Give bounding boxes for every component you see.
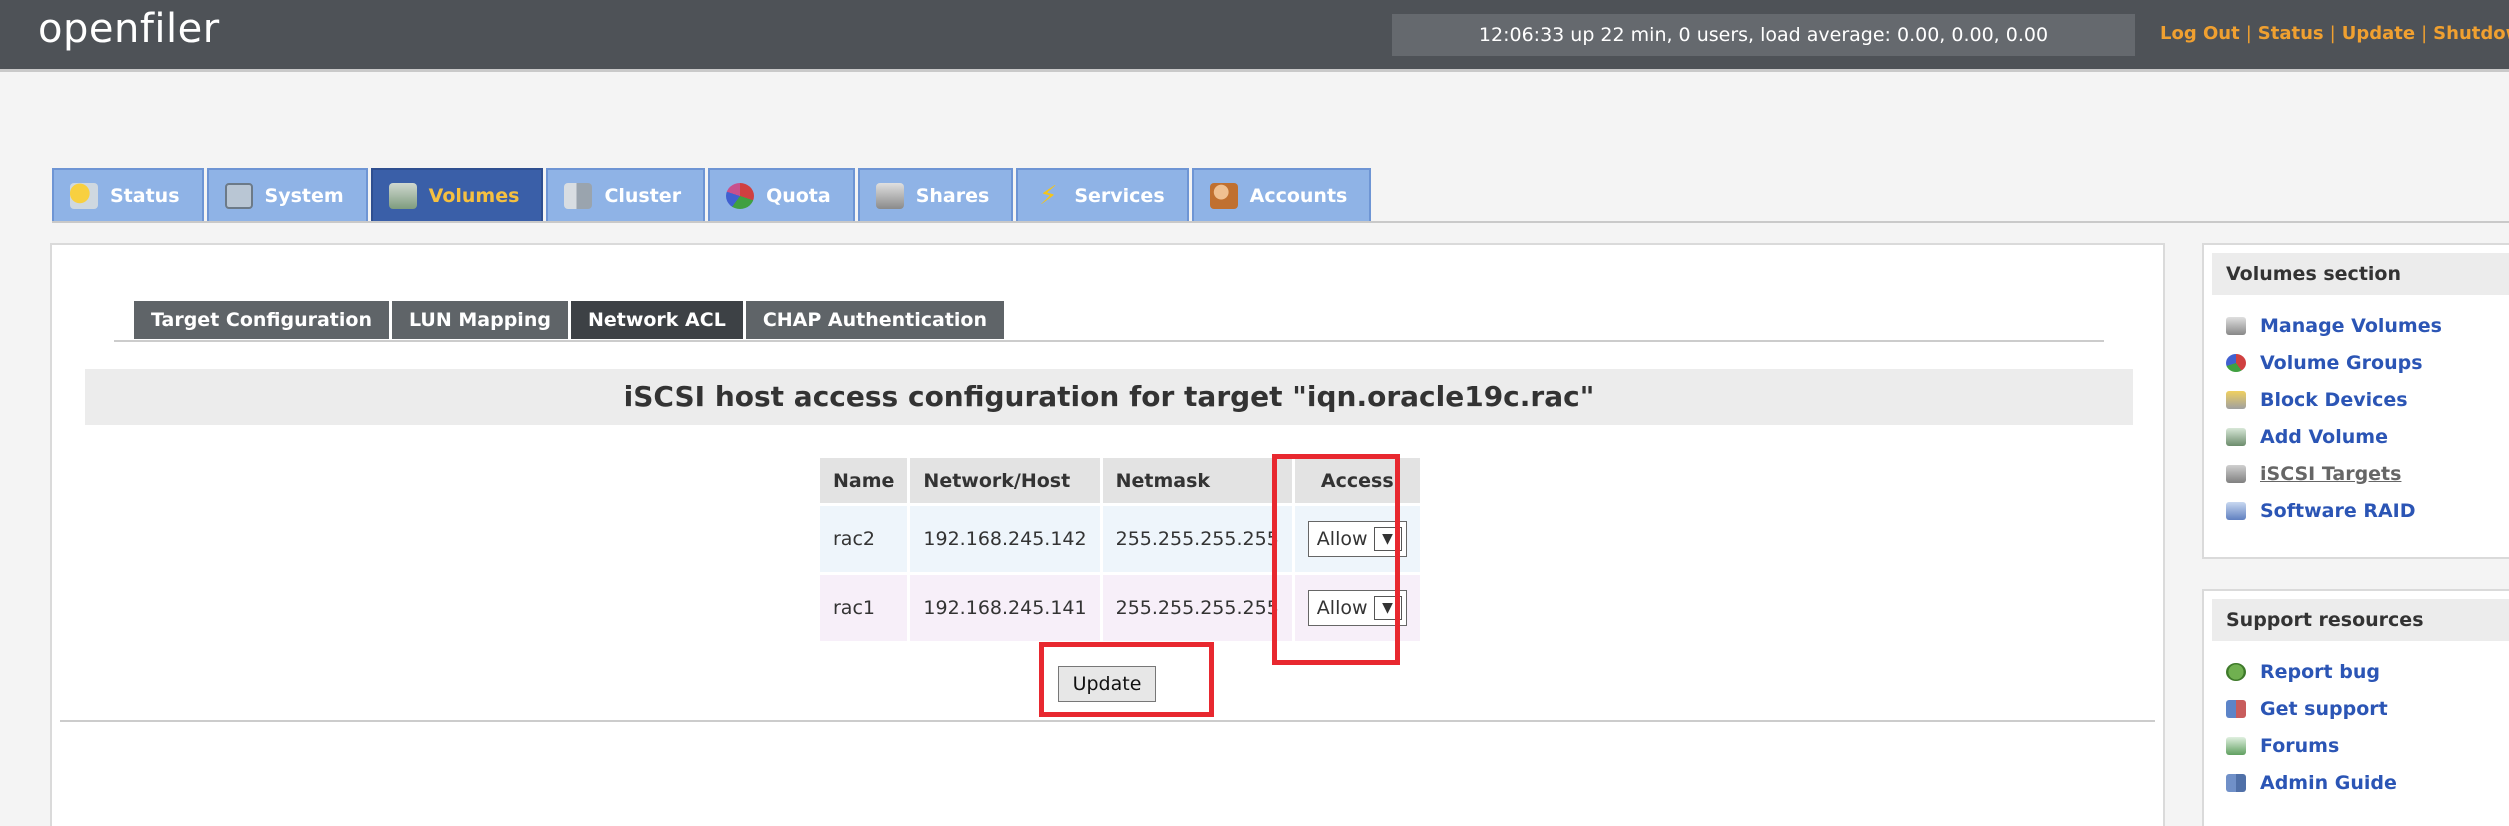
weather-icon [70,183,98,209]
add-volume-icon [2226,427,2246,446]
tab-divider [52,221,2509,223]
volumes-section-title: Volumes section [2212,253,2509,295]
support-resources-list: Report bug Get support Forums Admin Guid… [2204,641,2509,801]
support-resources-box: Support resources Report bug Get support… [2202,589,2509,826]
cell-netmask: 255.255.255.255 [1102,575,1292,641]
volume-group-icon [2226,353,2246,372]
add-volume-link[interactable]: Add Volume [2226,418,2509,455]
iscsi-targets-link[interactable]: iSCSI Targets [2226,455,2509,492]
cell-name: rac1 [820,575,908,641]
subtab-divider [114,340,2104,342]
tab-status[interactable]: Status [52,168,204,222]
subtab-target-configuration[interactable]: Target Configuration [134,301,389,339]
support-resources-title: Support resources [2212,599,2509,641]
pie-chart-icon [726,183,755,209]
shutdown-link[interactable]: Shutdown [2433,23,2509,44]
content-panel: Target Configuration LUN Mapping Network… [50,243,2165,826]
logout-link[interactable]: Log Out [2160,23,2240,44]
update-link[interactable]: Update [2342,23,2415,44]
status-link[interactable]: Status [2258,23,2324,44]
subtab-chap-authentication[interactable]: CHAP Authentication [745,301,1005,339]
uptime-status: 12:06:33 up 22 min, 0 users, load averag… [1392,14,2135,56]
bottom-divider [60,720,2155,722]
volumes-section-box: Volumes section Manage Volumes Volume Gr… [2202,243,2509,559]
sub-navigation: Target Configuration LUN Mapping Network… [134,301,1007,339]
top-links: Log Out|Status|Update|Shutdown [2160,23,2509,44]
column-header-name: Name [820,458,908,503]
drive-icon [2226,316,2246,335]
report-bug-link[interactable]: Report bug [2226,653,2509,690]
get-support-link[interactable]: Get support [2226,690,2509,727]
tab-quota[interactable]: Quota [708,168,855,222]
forum-icon [2226,736,2246,755]
manage-volumes-link[interactable]: Manage Volumes [2226,307,2509,344]
cell-host: 192.168.245.141 [910,575,1100,641]
computer-icon [224,183,253,209]
tab-shares[interactable]: Shares [857,168,1014,222]
page-title: iSCSI host access configuration for targ… [85,369,2133,425]
raid-icon [2226,501,2246,520]
access-column-highlight [1272,454,1400,665]
support-icon [2226,699,2246,718]
column-header-netmask: Netmask [1102,458,1292,503]
volume-groups-link[interactable]: Volume Groups [2226,344,2509,381]
cell-host: 192.168.245.142 [910,506,1100,572]
top-header: openfiler 12:06:33 up 22 min, 0 users, l… [0,0,2509,72]
bug-icon [2226,662,2246,681]
block-device-icon [2226,390,2246,409]
tab-cluster[interactable]: Cluster [546,168,706,222]
volumes-section-list: Manage Volumes Volume Groups Block Devic… [2204,295,2509,529]
tab-services[interactable]: ⚡ Services [1016,168,1189,222]
tab-accounts[interactable]: Accounts [1191,168,1372,222]
users-icon [1209,183,1238,209]
servers-icon [564,183,593,209]
tab-volumes[interactable]: Volumes [370,168,544,222]
main-navigation: Status System Volumes Cluster Quota Shar… [52,168,1374,222]
disk-icon [388,183,417,209]
column-header-host: Network/Host [910,458,1100,503]
iscsi-icon [2226,464,2246,483]
lightning-icon: ⚡ [1039,181,1058,211]
subtab-network-acl[interactable]: Network ACL [570,301,743,339]
tab-system[interactable]: System [206,168,368,222]
subtab-lun-mapping[interactable]: LUN Mapping [392,301,568,339]
admin-guide-link[interactable]: Admin Guide [2226,764,2509,801]
book-icon [2226,773,2246,792]
update-button-highlight [1039,642,1214,717]
block-devices-link[interactable]: Block Devices [2226,381,2509,418]
cell-netmask: 255.255.255.255 [1102,506,1292,572]
cell-name: rac2 [820,506,908,572]
openfiler-logo: openfiler [38,6,220,52]
drive-icon [875,183,904,209]
forums-link[interactable]: Forums [2226,727,2509,764]
software-raid-link[interactable]: Software RAID [2226,492,2509,529]
